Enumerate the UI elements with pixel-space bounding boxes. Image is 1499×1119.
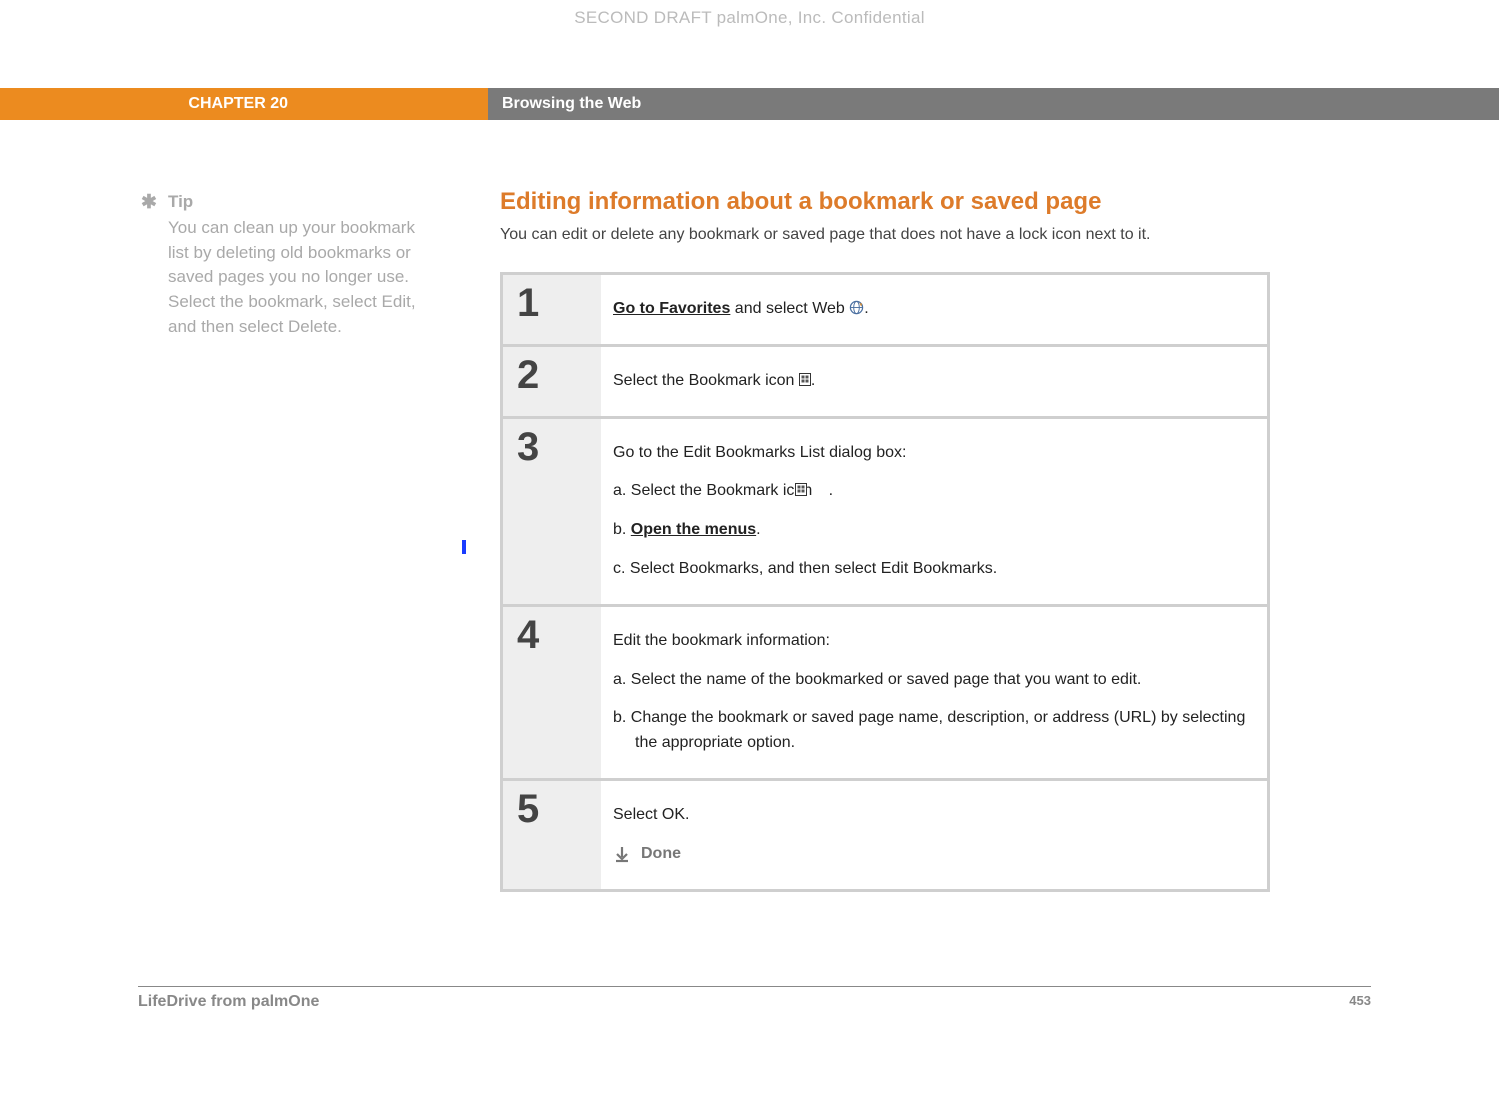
step-row: 2 Select the Bookmark icon .	[503, 347, 1267, 416]
step-number: 5	[503, 781, 601, 889]
tip-sidebar: ✱ Tip You can clean up your bookmark lis…	[140, 192, 420, 339]
footer-product: LifeDrive from palmOne	[138, 993, 319, 1011]
done-arrow-icon	[613, 845, 631, 863]
open-menus-link[interactable]: Open the menus	[631, 521, 756, 538]
step-body: Go to the Edit Bookmarks List dialog box…	[601, 419, 1267, 604]
substep-a: a. Select the name of the bookmarked or …	[613, 668, 1247, 693]
favorites-link[interactable]: Go to Favorites	[613, 300, 730, 317]
step-body: Go to Favorites and select Web .	[601, 275, 1267, 344]
step-text: Select the Bookmark icon	[613, 372, 799, 389]
substep-c: c. Select Bookmarks, and then select Edi…	[613, 557, 1247, 582]
tip-heading: ✱ Tip	[140, 192, 420, 212]
steps-container: 1 Go to Favorites and select Web . 2 Sel…	[500, 272, 1270, 892]
substep-b-pre: b.	[613, 521, 631, 538]
change-mark-icon	[462, 540, 466, 554]
substep-a-pre: a. Select the Bookmark icon	[613, 482, 817, 499]
web-icon	[849, 299, 864, 314]
step-period: .	[811, 372, 815, 389]
substep-b-post: .	[756, 521, 760, 538]
step-number: 1	[503, 275, 601, 344]
done-label: Done	[641, 842, 681, 867]
asterisk-icon: ✱	[140, 193, 158, 212]
step-period: .	[864, 300, 868, 317]
substep-a-post: .	[829, 482, 833, 499]
chapter-number: CHAPTER 20	[0, 88, 488, 120]
bookmark-icon	[817, 480, 829, 493]
step-body: Select the Bookmark icon .	[601, 347, 1267, 416]
chapter-header: CHAPTER 20 Browsing the Web	[0, 88, 1499, 120]
step-lead: Go to the Edit Bookmarks List dialog box…	[613, 441, 1247, 466]
step-body: Select OK. Done	[601, 781, 1267, 889]
substep-b: b. Change the bookmark or saved page nam…	[613, 706, 1247, 756]
step-row: 5 Select OK. Done	[503, 781, 1267, 889]
bookmark-icon	[799, 370, 811, 383]
step-number: 3	[503, 419, 601, 604]
tip-label: Tip	[168, 192, 193, 212]
step-lead: Edit the bookmark information:	[613, 629, 1247, 654]
step-text: and select Web	[730, 300, 849, 317]
section-title: Editing information about a bookmark or …	[500, 188, 1270, 216]
step-text: Select OK.	[613, 803, 1247, 828]
main-content: Editing information about a bookmark or …	[500, 188, 1270, 892]
footer-page-number: 453	[1349, 993, 1371, 1011]
done-row: Done	[613, 842, 1247, 867]
page-footer: LifeDrive from palmOne 453	[138, 986, 1371, 1011]
confidential-header: SECOND DRAFT palmOne, Inc. Confidential	[0, 8, 1499, 28]
step-row: 4 Edit the bookmark information: a. Sele…	[503, 607, 1267, 778]
section-intro: You can edit or delete any bookmark or s…	[500, 226, 1270, 244]
step-body: Edit the bookmark information: a. Select…	[601, 607, 1267, 778]
step-row: 1 Go to Favorites and select Web .	[503, 275, 1267, 344]
chapter-title: Browsing the Web	[488, 88, 1499, 120]
step-number: 2	[503, 347, 601, 416]
step-number: 4	[503, 607, 601, 778]
step-row: 3 Go to the Edit Bookmarks List dialog b…	[503, 419, 1267, 604]
tip-body: You can clean up your bookmark list by d…	[140, 216, 420, 339]
